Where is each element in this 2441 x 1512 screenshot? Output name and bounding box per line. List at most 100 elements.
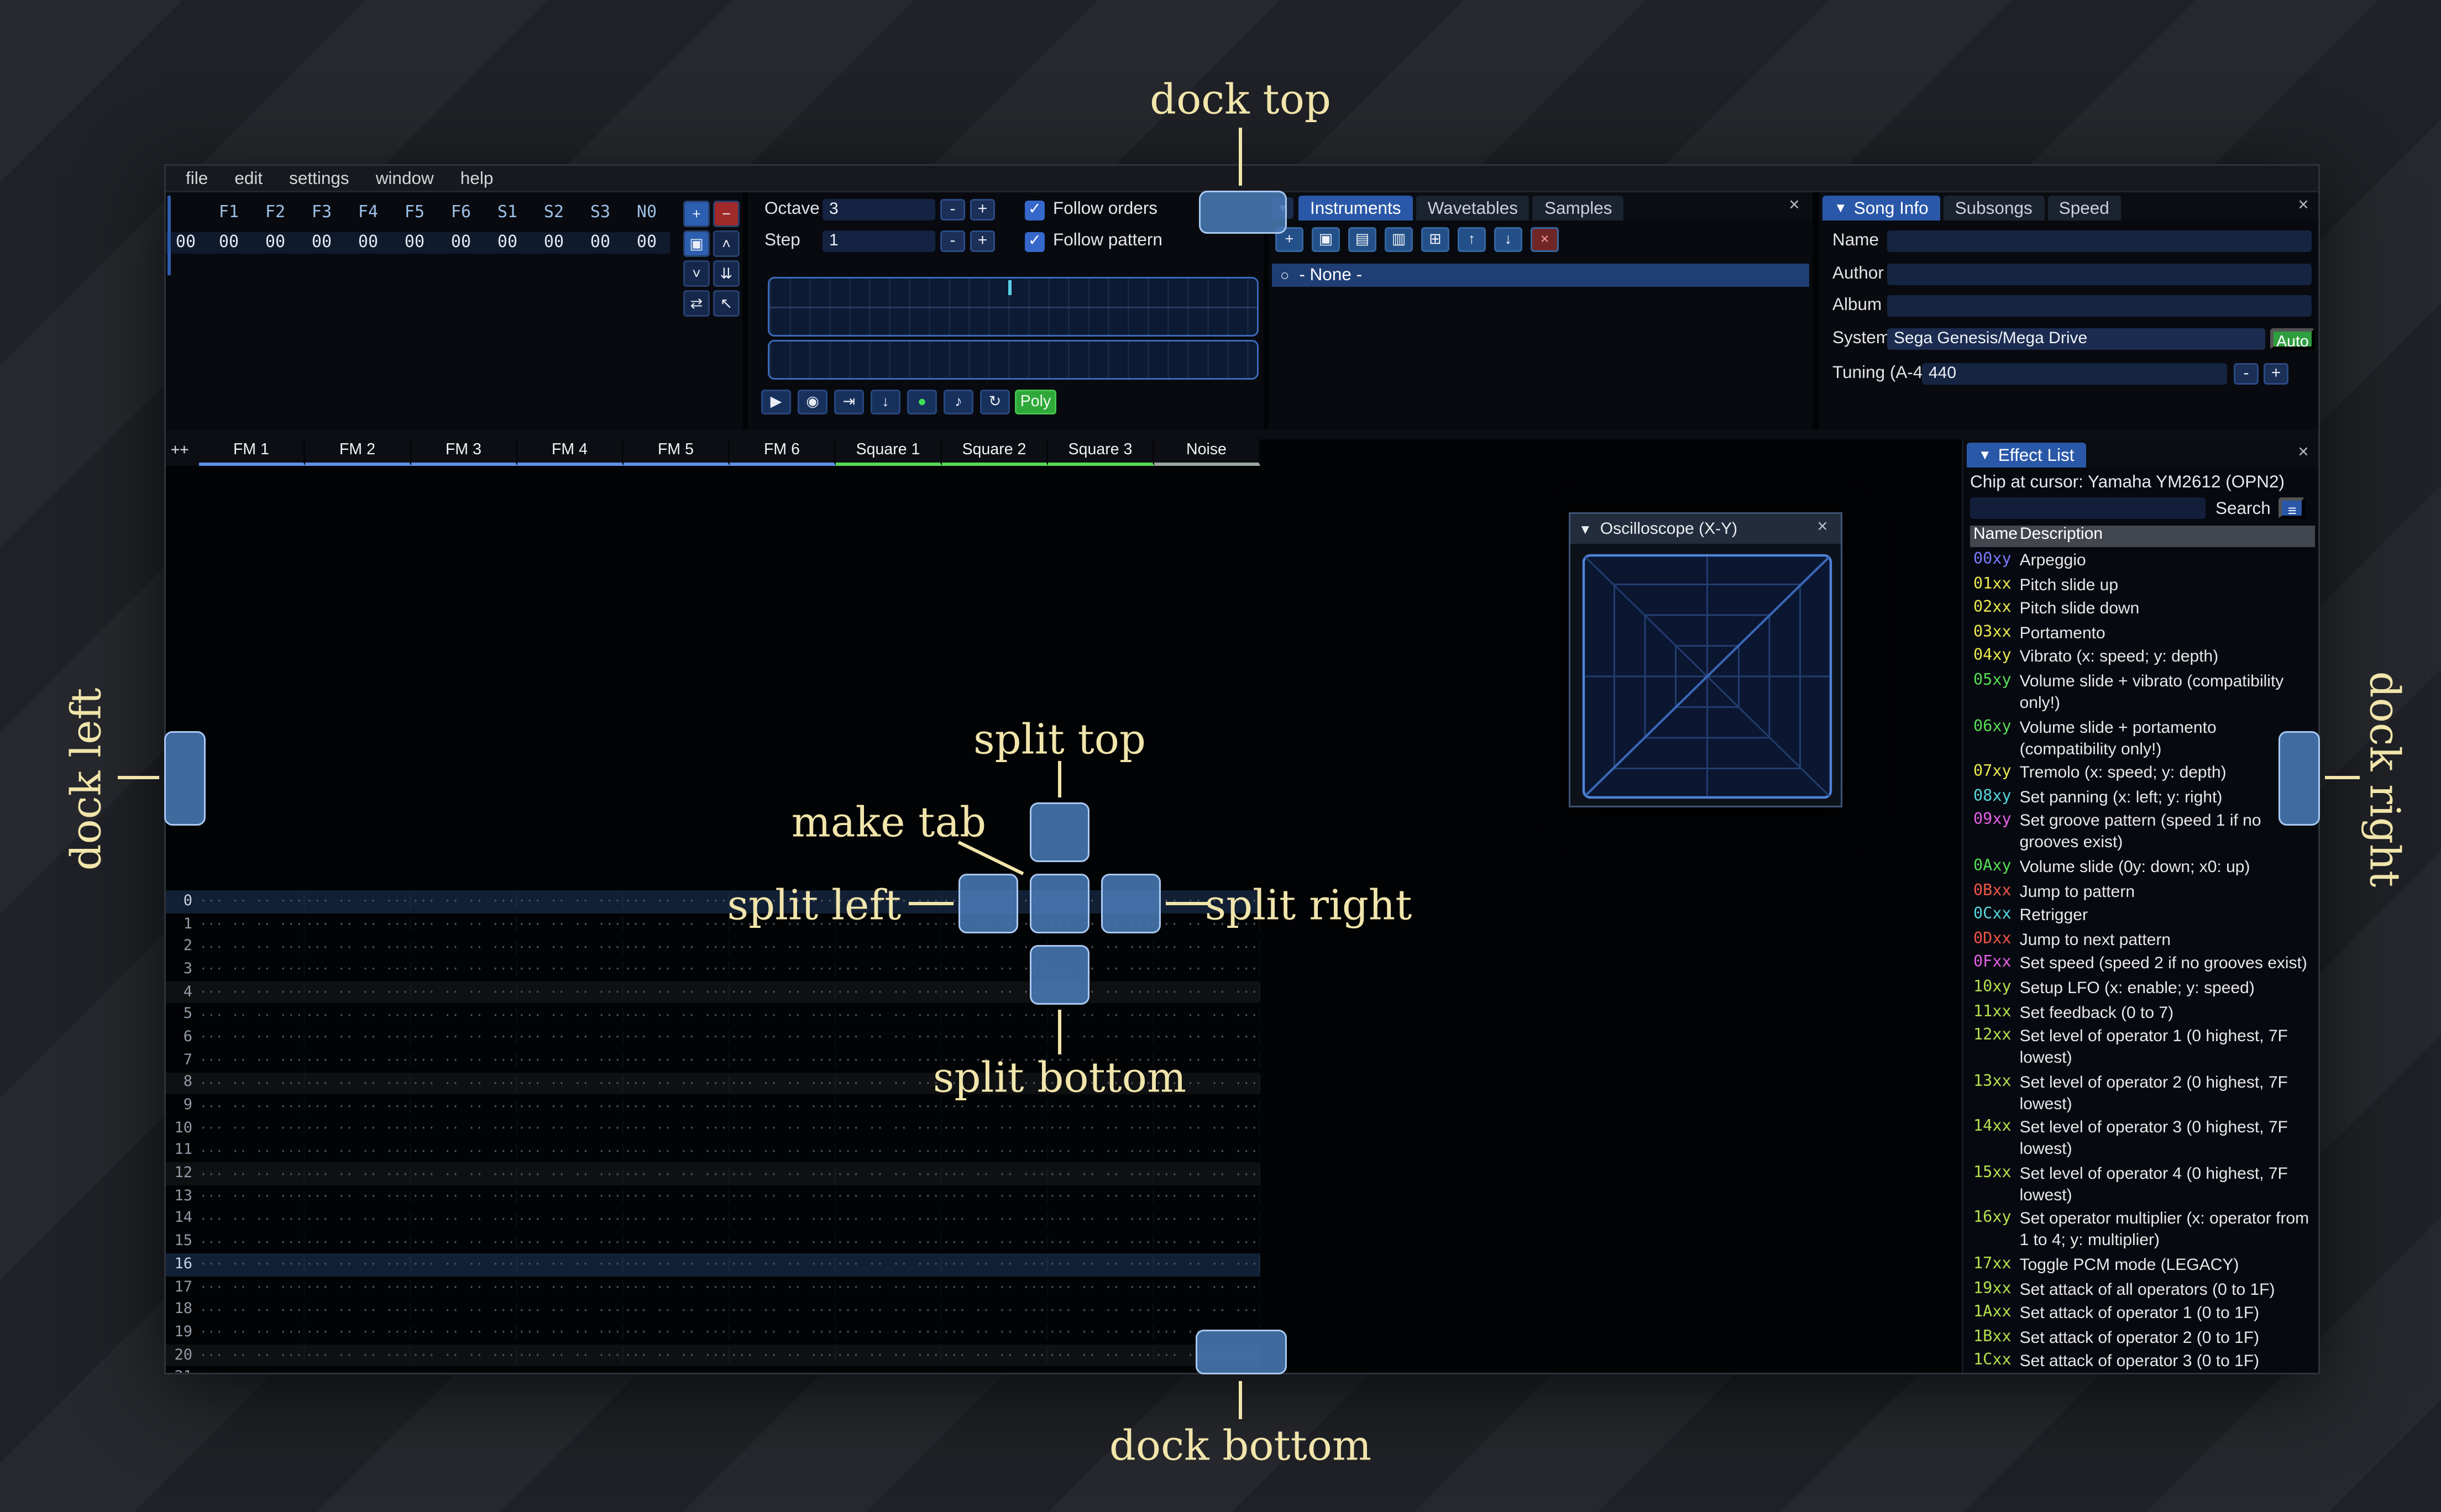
pattern-cell[interactable]: ··· ·· ·· ··· [517, 962, 624, 977]
pattern-cell[interactable]: ··· ·· ·· ··· [411, 1030, 517, 1045]
pattern-cell[interactable]: ··· ·· ·· ··· [517, 1303, 624, 1317]
effect-row[interactable]: 1Bxx Set attack of operator 2 (0 to 1F) [1970, 1326, 2315, 1351]
pattern-cell[interactable]: ··· ·· ·· ··· [836, 1325, 942, 1340]
pattern-cell[interactable]: ··· ·· ·· ··· [730, 1007, 836, 1022]
pattern-cell[interactable]: ··· ·· ·· ··· [1048, 1235, 1154, 1250]
pattern-cell[interactable]: ··· ·· ·· ··· [199, 1099, 305, 1114]
instrument-list-item[interactable]: ○ - None - [1272, 264, 1809, 287]
menu-icon[interactable]: ≡ [2278, 497, 2306, 519]
orders-pattern-value[interactable]: 00 [531, 234, 577, 252]
pattern-cell[interactable]: ··· ·· ·· ··· [517, 985, 624, 1000]
pattern-cell[interactable]: ··· ·· ·· ··· [199, 1212, 305, 1227]
pattern-cell[interactable]: ··· ·· ·· ··· [517, 917, 624, 932]
close-icon[interactable]: × [2293, 443, 2313, 463]
tuning-decrease-button[interactable]: - [2234, 362, 2259, 384]
effect-row[interactable]: 1Axx Set attack of operator 1 (0 to 1F) [1970, 1302, 2315, 1326]
pattern-row[interactable]: 5 ··· ·· ·· ··· ··· ·· ·· ··· ··· ·· ·· … [166, 1004, 1260, 1026]
pattern-cell[interactable]: ··· ·· ·· ··· [305, 1303, 411, 1317]
pattern-cell[interactable]: ··· ·· ·· ··· [730, 1212, 836, 1227]
orders-row[interactable]: 00 00 00 00 00 00 00 00 00 00 00 [166, 232, 670, 254]
effect-row[interactable]: 0Dxx Jump to next pattern [1970, 928, 2315, 952]
effect-row[interactable]: 01xx Pitch slide up [1970, 573, 2315, 597]
dock-target-bottom[interactable] [1196, 1330, 1287, 1374]
pattern-cell[interactable]: ··· ·· ·· ··· [199, 1257, 305, 1272]
pattern-cell[interactable]: ··· ·· ·· ··· [305, 1348, 411, 1363]
author-field[interactable] [1887, 262, 2312, 285]
follow-orders-checkbox[interactable]: ✓ [1025, 200, 1045, 220]
pattern-cell[interactable]: ··· ·· ·· ··· [305, 1212, 411, 1227]
pattern-cell[interactable]: ··· ·· ·· ··· [517, 1371, 624, 1373]
effect-search-input[interactable] [1970, 497, 2206, 519]
pattern-cell[interactable]: ··· ·· ·· ··· [624, 985, 730, 1000]
pattern-row[interactable]: 16 ··· ·· ·· ··· ··· ·· ·· ··· ··· ·· ··… [166, 1253, 1260, 1277]
orders-pattern-value[interactable]: 00 [438, 234, 484, 252]
menu-item[interactable]: help [447, 169, 507, 188]
dock-target-top[interactable] [1199, 191, 1287, 234]
pattern-cell[interactable]: ··· ·· ·· ··· [624, 1235, 730, 1250]
pattern-cell[interactable]: ··· ·· ·· ··· [411, 1121, 517, 1136]
pattern-cell[interactable]: ··· ·· ·· ··· [517, 1144, 624, 1159]
pattern-cell[interactable]: ··· ·· ·· ··· [1048, 1325, 1154, 1340]
pattern-cell[interactable]: ··· ·· ·· ··· [1048, 1280, 1154, 1295]
pattern-cell[interactable]: ··· ·· ·· ··· [305, 985, 411, 1000]
pattern-cell[interactable]: ··· ·· ·· ··· [305, 962, 411, 977]
pattern-cell[interactable]: ··· ·· ·· ··· [1154, 1235, 1260, 1250]
pattern-cell[interactable]: ··· ·· ·· ··· [624, 1189, 730, 1204]
pattern-row[interactable]: 11 ··· ·· ·· ··· ··· ·· ·· ··· ··· ·· ··… [166, 1140, 1260, 1163]
pattern-cell[interactable]: ··· ·· ·· ··· [199, 1030, 305, 1045]
pattern-cell[interactable]: ··· ·· ·· ··· [624, 1257, 730, 1272]
pattern-cell[interactable]: ··· ·· ·· ··· [199, 1348, 305, 1363]
pattern-cell[interactable]: ··· ·· ·· ··· [411, 1212, 517, 1227]
split-target-right[interactable] [1101, 874, 1161, 933]
pattern-cell[interactable]: ··· ·· ·· ··· [517, 1325, 624, 1340]
channel-header[interactable]: FM 1 [199, 439, 305, 466]
pattern-cell[interactable]: ··· ·· ·· ··· [730, 985, 836, 1000]
pattern-cell[interactable]: ··· ·· ·· ··· [730, 1144, 836, 1159]
pattern-cell[interactable]: ··· ·· ·· ··· [1154, 1007, 1260, 1022]
pattern-cell[interactable]: ··· ·· ·· ··· [1048, 1189, 1154, 1204]
pattern-row[interactable]: 0 ··· ·· ·· ··· ··· ·· ·· ··· ··· ·· ·· … [166, 890, 1260, 914]
effect-row[interactable]: 05xy Volume slide + vibrato (compatibili… [1970, 670, 2315, 716]
pattern-cell[interactable]: ··· ·· ·· ··· [411, 939, 517, 954]
pattern-cell[interactable]: ··· ·· ·· ··· [730, 1257, 836, 1272]
pattern-cell[interactable]: ··· ·· ·· ··· [942, 1371, 1048, 1373]
pattern-cell[interactable]: ··· ·· ·· ··· [836, 1212, 942, 1227]
pattern-cell[interactable]: ··· ·· ·· ··· [1048, 1007, 1154, 1022]
pattern-cell[interactable]: ··· ·· ·· ··· [1154, 1121, 1260, 1136]
effect-row[interactable]: 0Cxx Retrigger [1970, 904, 2315, 928]
pattern-row[interactable]: 20 ··· ·· ·· ··· ··· ·· ·· ··· ··· ·· ··… [166, 1344, 1260, 1367]
effect-row[interactable]: 0Bxx Jump to pattern [1970, 880, 2315, 904]
instrument-duplicate-button[interactable]: ▣ [1312, 227, 1340, 252]
split-target-bottom[interactable] [1030, 945, 1089, 1005]
pattern-cell[interactable]: ··· ·· ·· ··· [517, 939, 624, 954]
tuning-increase-button[interactable]: + [2264, 362, 2288, 384]
pattern-cell[interactable]: ··· ·· ·· ··· [411, 917, 517, 932]
pattern-cell[interactable]: ··· ·· ·· ··· [942, 1303, 1048, 1317]
order-move-down-button[interactable]: ˅ [683, 260, 710, 287]
pattern-cell[interactable]: ··· ·· ·· ··· [624, 1030, 730, 1045]
pattern-row[interactable]: 17 ··· ·· ·· ··· ··· ·· ·· ··· ··· ·· ··… [166, 1276, 1260, 1299]
pattern-cell[interactable]: ··· ·· ·· ··· [624, 1099, 730, 1114]
pattern-cell[interactable]: ··· ·· ·· ··· [411, 1099, 517, 1114]
pattern-cell[interactable]: ··· ·· ·· ··· [624, 1144, 730, 1159]
effect-row[interactable]: 02xx Pitch slide down [1970, 597, 2315, 622]
edit-record-toggle[interactable]: ● [907, 390, 937, 414]
pattern-cell[interactable]: ··· ·· ·· ··· [305, 1257, 411, 1272]
pattern-cell[interactable]: ··· ·· ·· ··· [730, 1030, 836, 1045]
effect-row[interactable]: 10xy Setup LFO (x: enable; y: speed) [1970, 977, 2315, 1001]
pattern-row[interactable]: 2 ··· ·· ·· ··· ··· ·· ·· ··· ··· ·· ·· … [166, 936, 1260, 958]
menu-item[interactable]: settings [276, 169, 363, 188]
pattern-cell[interactable]: ··· ·· ·· ··· [411, 1235, 517, 1250]
pattern-cell[interactable]: ··· ·· ·· ··· [517, 1235, 624, 1250]
pattern-cell[interactable]: ··· ·· ·· ··· [411, 1144, 517, 1159]
pattern-cell[interactable]: ··· ·· ·· ··· [730, 1167, 836, 1182]
order-duplicate-end-button[interactable]: ⇊ [713, 260, 740, 287]
pattern-cell[interactable]: ··· ·· ·· ··· [942, 1325, 1048, 1340]
pattern-cell[interactable]: ··· ·· ·· ··· [836, 1053, 942, 1068]
effect-row[interactable]: 15xx Set level of operator 4 (0 highest,… [1970, 1162, 2315, 1208]
orders-pattern-value[interactable]: 00 [624, 234, 670, 252]
pattern-row[interactable]: 12 ··· ·· ·· ··· ··· ·· ·· ··· ··· ·· ··… [166, 1162, 1260, 1185]
pattern-cell[interactable]: ··· ·· ·· ··· [199, 1325, 305, 1340]
tuning-field[interactable]: 440 [1922, 362, 2227, 384]
pattern-cell[interactable]: ··· ·· ·· ··· [1154, 1144, 1260, 1159]
